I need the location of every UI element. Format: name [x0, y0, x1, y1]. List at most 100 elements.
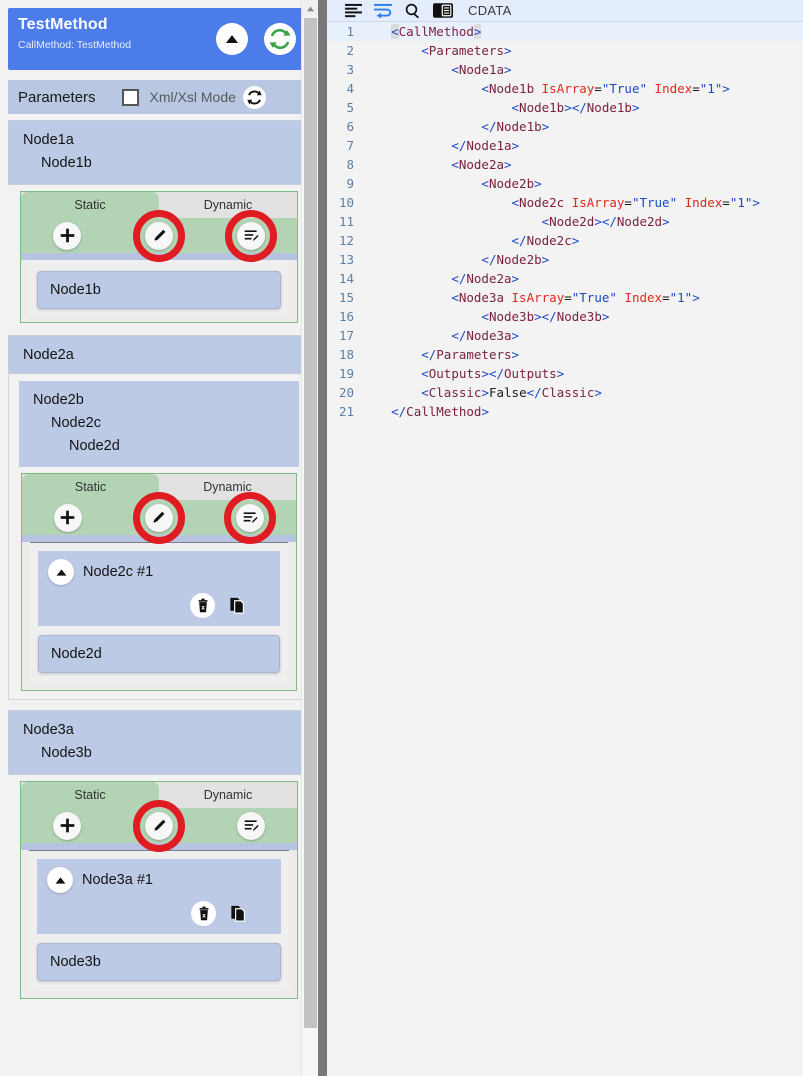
tab-dynamic[interactable]: Dynamic — [159, 192, 297, 218]
search-icon — [405, 3, 420, 18]
tab-static[interactable]: Static — [21, 782, 159, 808]
app-root: TestMethod CallMethod: TestMethod Parame… — [0, 0, 803, 1076]
collapse-item-button[interactable] — [47, 867, 73, 893]
code-line[interactable]: 2 <Parameters> — [327, 41, 803, 60]
edit-list-slot — [205, 209, 297, 262]
code-text: <Node1a> — [451, 62, 512, 77]
code-line[interactable]: 1 <CallMethod> — [327, 22, 803, 41]
code-line[interactable]: 18 </Parameters> — [327, 345, 803, 364]
array-item-actions: x — [47, 901, 271, 926]
svg-text:x: x — [202, 911, 206, 919]
leaf-field[interactable]: Node1b — [37, 271, 281, 309]
method-subtitle: CallMethod: TestMethod — [18, 39, 132, 51]
code-line[interactable]: 12 </Node2c> — [327, 231, 803, 250]
word-wrap-button[interactable] — [368, 3, 398, 18]
line-number: 21 — [338, 404, 354, 419]
line-number: 8 — [346, 157, 354, 172]
xml-code-area[interactable]: 1 <CallMethod> 2 <Parameters> 3 <Node1a> 4 … — [327, 22, 803, 1076]
code-line[interactable]: 21 </CallMethod> — [327, 402, 803, 421]
refresh-method-button[interactable] — [264, 23, 296, 55]
delete-item-button[interactable]: x — [191, 901, 216, 926]
code-text: <Node2b> — [481, 176, 542, 191]
code-line[interactable]: 5 <Node1b></Node1b> — [327, 98, 803, 117]
cdata-toggle-button[interactable] — [428, 3, 458, 18]
code-line[interactable]: 10 <Node2c IsArray="True" Index="1"> — [327, 193, 803, 212]
code-text: <CallMethod> — [391, 24, 482, 39]
add-slot — [21, 811, 113, 840]
scroll-up-button[interactable] — [302, 0, 318, 17]
code-line[interactable]: 3 <Node1a> — [327, 60, 803, 79]
tab-static[interactable]: Static — [22, 474, 159, 500]
line-number: 16 — [338, 309, 354, 324]
pencil-icon — [153, 511, 165, 524]
code-line[interactable]: 13 </Node2b> — [327, 250, 803, 269]
code-text: <Node3a IsArray="True" Index="1"> — [451, 290, 700, 305]
code-text: <Parameters> — [421, 43, 512, 58]
tab-dynamic[interactable]: Dynamic — [159, 474, 296, 500]
xml-xsl-mode-label: Xml/Xsl Mode — [149, 89, 236, 105]
add-slot — [21, 221, 113, 250]
code-text: </Parameters> — [421, 347, 520, 362]
line-number: 13 — [338, 252, 354, 267]
code-line[interactable]: 19 <Outputs></Outputs> — [327, 364, 803, 383]
panel-divider[interactable] — [318, 0, 327, 1076]
method-title: TestMethod — [18, 16, 108, 33]
parameter-editor-panel: TestMethod CallMethod: TestMethod Parame… — [0, 0, 318, 1076]
node-label: Node3a — [23, 722, 74, 738]
edit-list-icon — [244, 230, 259, 242]
code-line[interactable]: 7 </Node1a> — [327, 136, 803, 155]
add-item-button[interactable] — [53, 503, 82, 532]
code-text: <Outputs></Outputs> — [421, 366, 565, 381]
parameters-refresh-button[interactable] — [242, 85, 266, 109]
search-button[interactable] — [398, 3, 428, 19]
code-line[interactable]: 4 <Node1b IsArray="True" Index="1"> — [327, 79, 803, 98]
parameters-bar: Parameters Xml/Xsl Mode — [8, 80, 310, 114]
edit-button[interactable] — [145, 221, 173, 250]
code-line[interactable]: 15 <Node3a IsArray="True" Index="1"> — [327, 288, 803, 307]
chevron-up-icon — [55, 876, 65, 884]
code-line[interactable]: 16 <Node3b></Node3b> — [327, 307, 803, 326]
add-item-button[interactable] — [53, 811, 81, 840]
code-line[interactable]: 9 <Node2b> — [327, 174, 803, 193]
edit-list-button[interactable] — [237, 811, 265, 840]
left-panel-scrollbar[interactable] — [301, 0, 318, 1076]
array-item-header: Node2c #1 — [48, 559, 270, 585]
format-lines-button[interactable] — [338, 3, 368, 18]
collapse-method-button[interactable] — [216, 23, 248, 55]
delete-item-button[interactable]: x — [190, 593, 215, 618]
array-item-label: Node2c #1 — [83, 564, 154, 580]
line-number: 18 — [338, 347, 354, 362]
code-line[interactable]: 20 <Classic>False</Classic> — [327, 383, 803, 402]
duplicate-item-button[interactable] — [226, 901, 251, 926]
leaf-field[interactable]: Node2d — [38, 635, 280, 673]
edit-button[interactable] — [144, 503, 173, 532]
collapse-item-button[interactable] — [48, 559, 74, 585]
cdata-toggle-icon — [433, 3, 453, 18]
code-text: </Node2b> — [481, 252, 550, 267]
edit-list-button[interactable] — [236, 503, 265, 532]
line-number: 20 — [338, 385, 354, 400]
duplicate-item-button[interactable] — [225, 593, 250, 618]
node-label: Node2d — [69, 438, 120, 454]
edit-button[interactable] — [145, 811, 173, 840]
leaf-field[interactable]: Node3b — [37, 943, 281, 981]
tab-dynamic[interactable]: Dynamic — [159, 782, 297, 808]
xml-xsl-mode-checkbox[interactable] — [121, 88, 139, 106]
tab-static[interactable]: Static — [21, 192, 159, 218]
tab-strip: Static Dynamic — [22, 474, 296, 500]
array-content: Node2c #1 x Node2d — [30, 542, 288, 683]
code-line[interactable]: 11 <Node2d></Node2d> — [327, 212, 803, 231]
copy-duplicate-icon — [231, 905, 245, 922]
edit-list-button[interactable] — [237, 221, 265, 250]
add-item-button[interactable] — [53, 221, 81, 250]
xml-editor-toolbar: CDATA — [327, 0, 803, 22]
scrollbar-thumb[interactable] — [304, 18, 317, 1028]
code-line[interactable]: 17 </Node3a> — [327, 326, 803, 345]
line-number: 5 — [346, 100, 354, 115]
code-text: <Node1b IsArray="True" Index="1"> — [481, 81, 730, 96]
code-line[interactable]: 6 </Node1b> — [327, 117, 803, 136]
code-text: </Node1a> — [451, 138, 520, 153]
code-line[interactable]: 14 </Node2a> — [327, 269, 803, 288]
group-node3a: Node3a Node3b Static Dynamic Node3a #1 x… — [8, 710, 310, 999]
code-line[interactable]: 8 <Node2a> — [327, 155, 803, 174]
